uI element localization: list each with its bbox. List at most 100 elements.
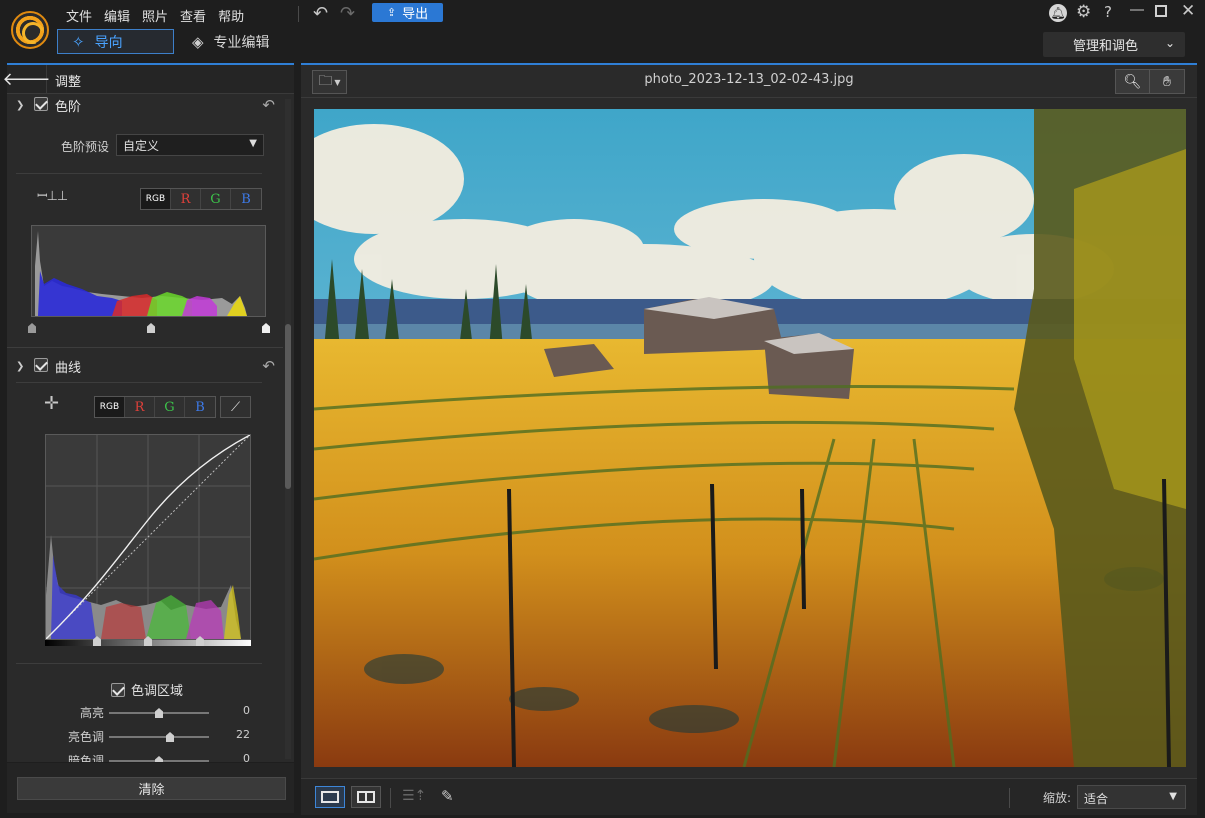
menu-divider [298, 6, 299, 22]
move-point-icon[interactable]: ✛ [44, 395, 59, 413]
slider-dark-tones: 暗色调 0 [7, 752, 283, 762]
menu-view[interactable]: 查看 [174, 6, 212, 25]
menu-help[interactable]: 帮助 [212, 6, 250, 25]
back-button[interactable]: 🡐 [2, 65, 51, 94]
curves-checkbox[interactable] [34, 358, 48, 372]
export-button[interactable]: ⇪ 导出 [372, 3, 443, 22]
slider-track[interactable] [109, 732, 209, 742]
channel-g[interactable]: G [201, 189, 231, 209]
chevron-down-icon: ❯ [16, 99, 25, 111]
tone-region-label: 色调区域 [131, 684, 184, 699]
divider [1009, 788, 1010, 808]
channel-b[interactable]: B [185, 397, 215, 417]
reset-icon[interactable]: ↶ [262, 357, 275, 375]
slider-track[interactable] [109, 708, 209, 718]
dropdown-arrow-icon: ▼ [249, 138, 257, 149]
curves-channel-selector: RGB R G B [94, 396, 216, 418]
arrow-left-icon: 🡐 [2, 69, 51, 90]
menu-edit[interactable]: 编辑 [98, 6, 136, 25]
maximize-icon[interactable] [1155, 5, 1167, 17]
ruler-icon[interactable]: ꟷ⊥⊥ [37, 190, 68, 203]
viewer-footer: ☰⇡ ✎ 缩放: 适合 ▼ [301, 778, 1197, 815]
sync-settings-icon[interactable]: ☰⇡ [402, 789, 426, 803]
gear-icon[interactable]: ⚙ [1076, 4, 1091, 21]
magic-wand-icon: ✧ [72, 32, 85, 51]
split-view-icon [357, 791, 375, 803]
divider [7, 347, 283, 348]
scrollbar-thumb[interactable] [285, 324, 291, 489]
reset-icon[interactable]: ↶ [262, 96, 275, 114]
compare-view-button[interactable] [351, 786, 381, 808]
channel-r[interactable]: R [125, 397, 155, 417]
levels-preset-value: 自定义 [123, 139, 160, 153]
slider-value: 0 [243, 752, 250, 762]
eyedropper-icon[interactable]: ✎ [441, 789, 454, 804]
midtone-handle[interactable] [147, 323, 155, 333]
slider-light-tones: 亮色调 22 [7, 728, 283, 748]
photo-canvas[interactable] [314, 109, 1186, 767]
channel-rgb[interactable]: RGB [95, 397, 125, 417]
slider-highlights: 高亮 0 [7, 704, 283, 724]
scrollbar[interactable] [285, 99, 291, 759]
channel-b[interactable]: B [231, 189, 261, 209]
adjust-panel-footer: 清除 [7, 763, 294, 813]
chevron-down-icon: ❯ [16, 360, 25, 372]
upload-icon: ⇪ [386, 6, 397, 19]
zoom-tool-icon[interactable]: 🔍︎ [1116, 70, 1151, 93]
tone-region-checkbox[interactable] [111, 682, 125, 697]
single-view-button[interactable] [315, 786, 345, 808]
tab-guide[interactable]: ✧ 导向 [57, 29, 174, 54]
menu-photo[interactable]: 照片 [136, 6, 174, 25]
slider-name: 亮色调 [67, 730, 104, 744]
black-point-handle[interactable] [28, 323, 36, 333]
channel-g[interactable]: G [155, 397, 185, 417]
app-logo [11, 11, 49, 49]
divider [16, 173, 262, 174]
manage-and-color-dropdown[interactable]: 管理和调色 ⌄ [1043, 32, 1185, 57]
tone-region-toggle[interactable]: 色调区域 [111, 680, 183, 699]
undo-icon[interactable]: ↶ [313, 5, 328, 23]
slider-value: 22 [236, 728, 250, 741]
layers-icon: ◈ [192, 33, 204, 51]
divider [16, 663, 262, 664]
histogram-graph [35, 231, 247, 316]
curves-label: 曲线 [55, 360, 82, 376]
levels-checkbox[interactable] [34, 97, 48, 111]
divider [16, 382, 262, 383]
redo-icon[interactable]: ↷ [340, 5, 355, 23]
title-bar: 文件 编辑 照片 查看 帮助 ↶ ↷ ⇪ 导出 🔔︎ ⚙ ? ― ✕ [0, 0, 1205, 28]
notification-icon[interactable]: 🔔︎ [1049, 4, 1067, 22]
menu-file[interactable]: 文件 [60, 6, 98, 25]
slider-knob[interactable] [155, 708, 163, 718]
white-point-handle[interactable] [262, 323, 270, 333]
close-icon[interactable]: ✕ [1181, 3, 1195, 20]
photo-filename: photo_2023-12-13_02-02-43.jpg [644, 72, 854, 87]
slider-knob[interactable] [166, 732, 174, 742]
curves-graph[interactable] [45, 434, 251, 640]
hand-tool-icon[interactable]: ✋︎ [1150, 70, 1184, 93]
help-icon[interactable]: ? [1104, 5, 1112, 20]
curve-mode-button[interactable]: ⟋ [220, 396, 251, 418]
channel-r[interactable]: R [171, 189, 201, 209]
slider-name: 暗色调 [67, 754, 104, 762]
levels-channel-selector: RGB R G B [140, 188, 262, 210]
tab-pro-edit[interactable]: ◈ 专业编辑 [192, 31, 270, 53]
adjust-panel-header: 🡐 调整 [2, 65, 294, 94]
zoom-select[interactable]: 适合 ▼ [1077, 785, 1186, 809]
export-button-label: 导出 [402, 7, 429, 22]
viewer-header: 🗀 ▼ photo_2023-12-13_02-02-43.jpg 🔍︎ ✋︎ [301, 65, 1197, 98]
clear-button[interactable]: 清除 [17, 777, 286, 800]
single-view-icon [321, 791, 339, 803]
slider-knob[interactable] [155, 756, 163, 762]
slider-track[interactable] [109, 756, 209, 762]
levels-section-header[interactable]: ❯ 色阶 ↶ [7, 95, 283, 118]
levels-preset-select[interactable]: 自定义 ▼ [116, 134, 264, 156]
slider-name: 高亮 [79, 706, 104, 720]
view-tools: 🔍︎ ✋︎ [1115, 69, 1185, 94]
slider-value: 0 [243, 704, 250, 717]
curves-section-header[interactable]: ❯ 曲线 ↶ [7, 353, 283, 379]
minimize-icon[interactable]: ― [1130, 3, 1144, 17]
curve-editor [45, 434, 251, 640]
photo-viewer: 🗀 ▼ photo_2023-12-13_02-02-43.jpg 🔍︎ ✋︎ [301, 63, 1197, 815]
channel-rgb[interactable]: RGB [141, 189, 171, 209]
